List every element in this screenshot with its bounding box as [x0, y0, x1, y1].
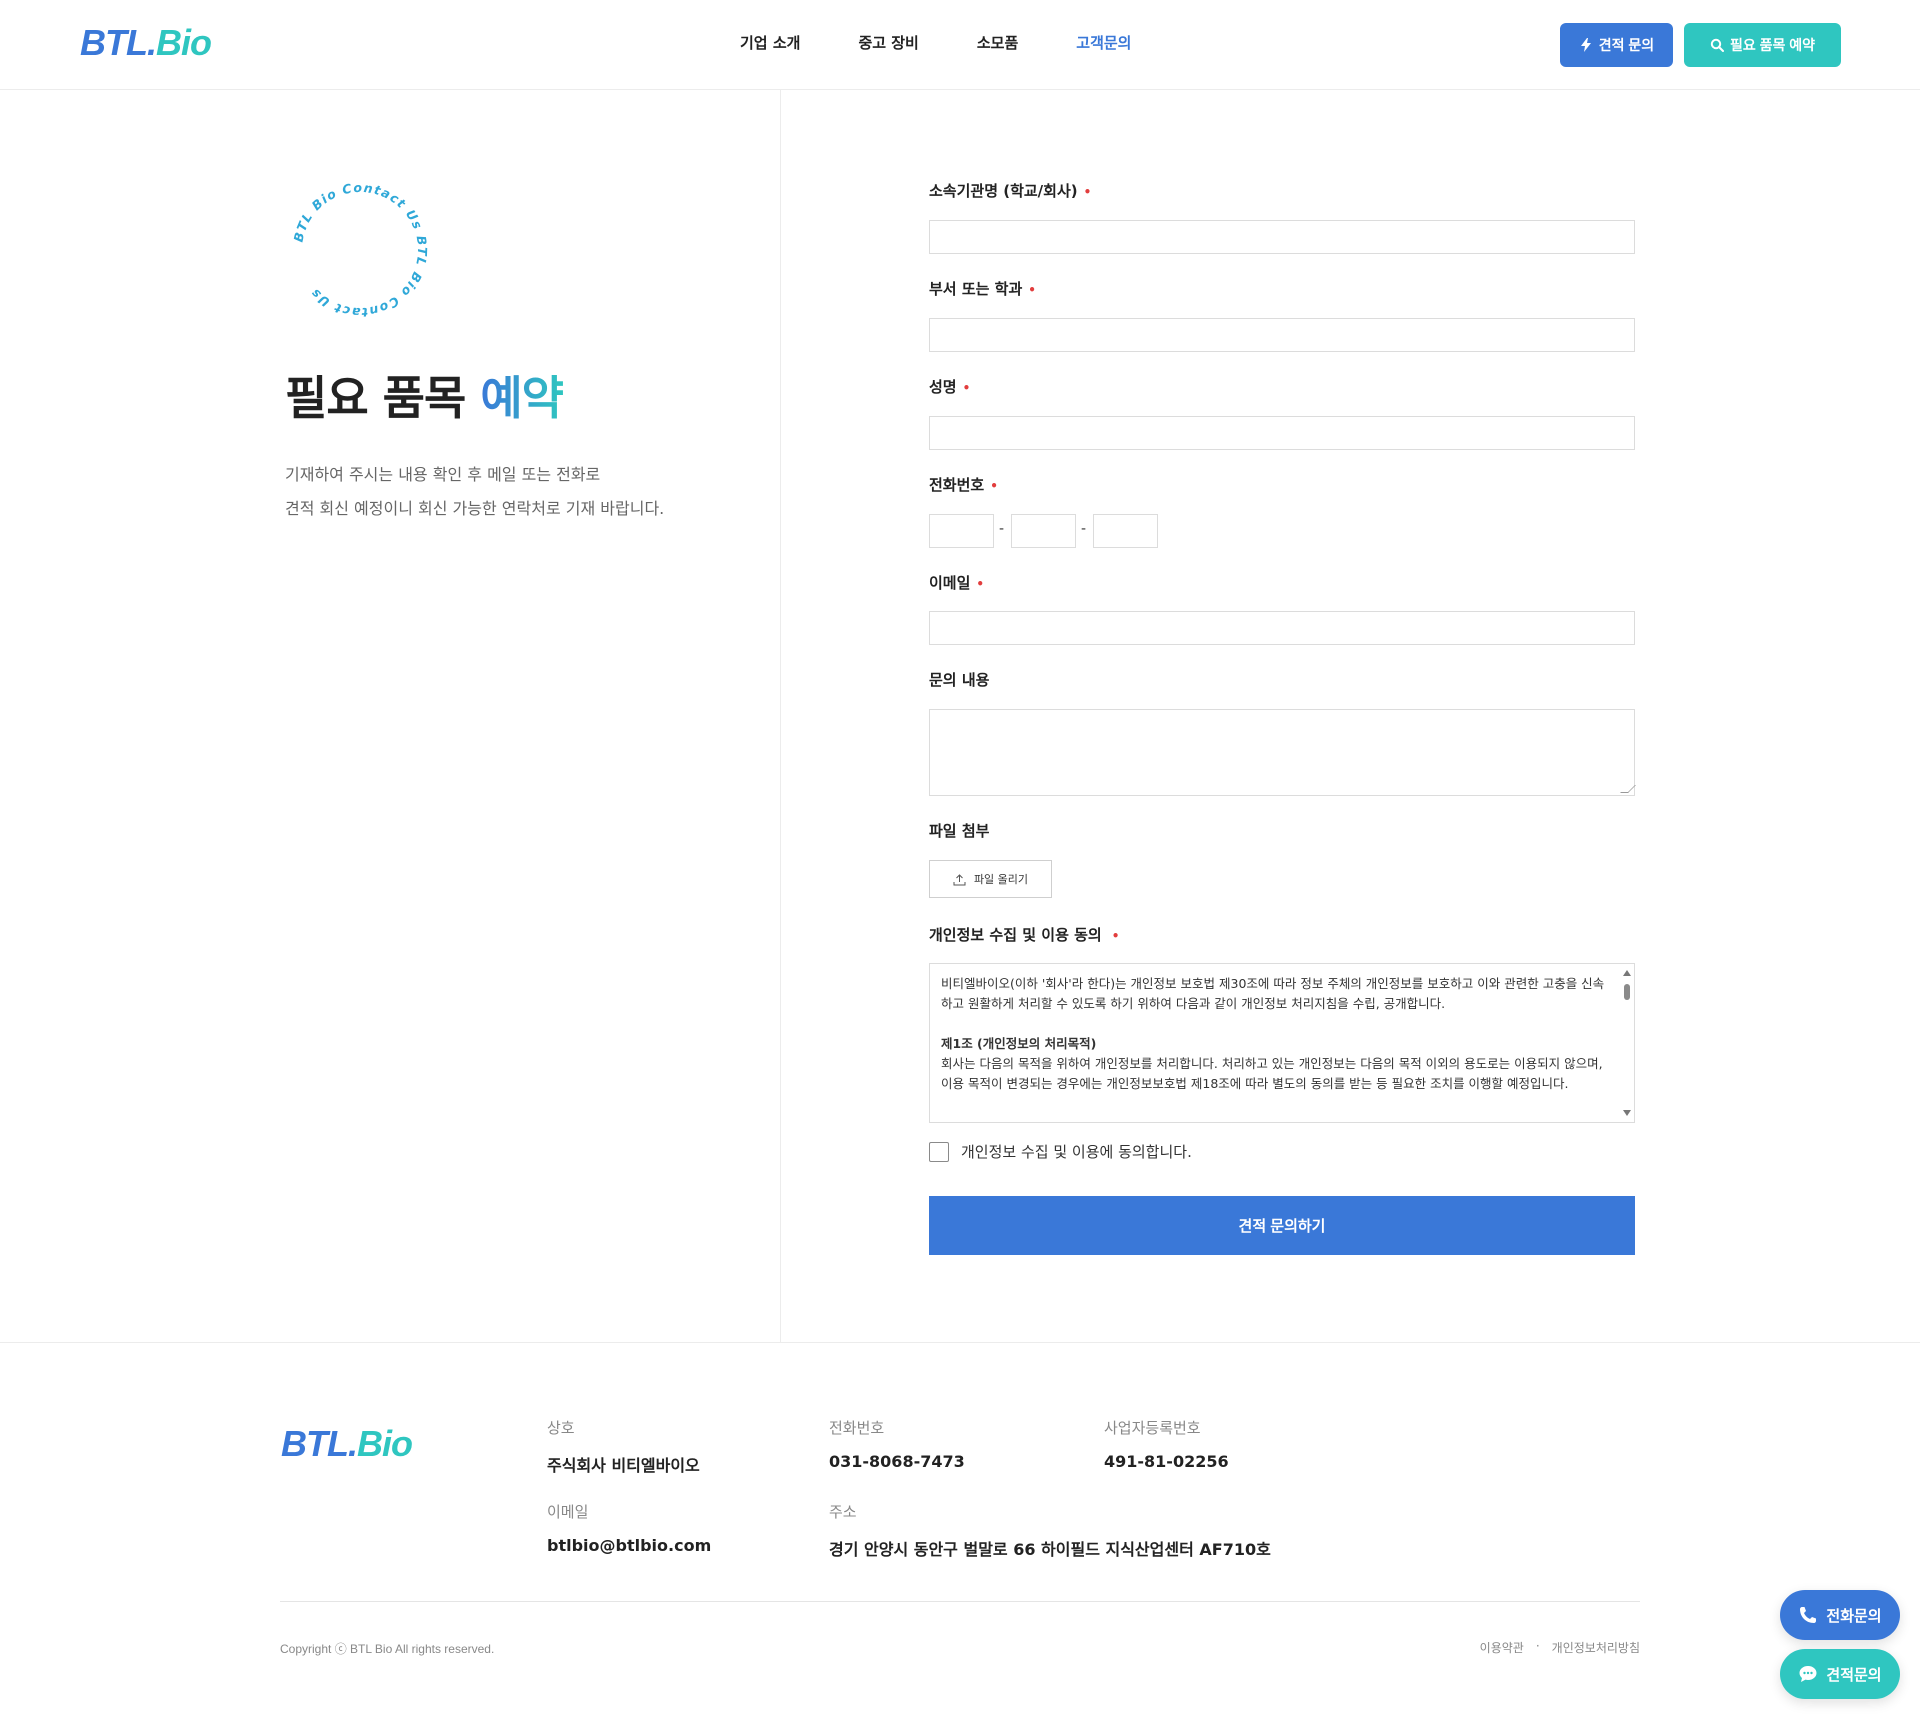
search-icon: [1710, 38, 1724, 52]
footer-phone-value: 031-8068-7473: [829, 1452, 965, 1471]
footer-company-value: 주식회사 비티엘바이오: [547, 1456, 700, 1475]
terms-link[interactable]: 이용약관: [1480, 1639, 1524, 1656]
required-mark: •: [1083, 184, 1092, 199]
privacy-section-title: 제1조 (개인정보의 처리목적): [941, 1036, 1097, 1051]
required-mark: •: [990, 478, 998, 493]
footer-copyright: Copyright ⓒ BTL Bio All rights reserved.: [280, 1642, 495, 1656]
intro-description: 기재하여 주시는 내용 확인 후 메일 또는 전화로 견적 회신 예정이니 회신…: [285, 458, 664, 526]
submit-quote-button[interactable]: 견적 문의하기: [929, 1196, 1635, 1255]
email-label: 이메일 •: [929, 574, 985, 592]
nav-item-about[interactable]: 기업 소개: [740, 32, 800, 53]
logo-part2: Bio: [155, 22, 212, 63]
privacy-paragraph: 비티엘바이오(이하 '회사'라 한다)는 개인정보 보호법 제30조에 따라 정…: [941, 976, 1605, 1011]
floating-chat-button[interactable]: 견적문의: [1780, 1649, 1900, 1699]
privacy-policy-text: 비티엘바이오(이하 '회사'라 한다)는 개인정보 보호법 제30조에 따라 정…: [941, 974, 1611, 1094]
footer-logo: BTL.Bio: [281, 1423, 413, 1465]
lightning-icon: [1580, 38, 1591, 52]
phone-input-1[interactable]: [929, 514, 994, 548]
quote-inquiry-label: 견적 문의: [1598, 37, 1655, 53]
privacy-agree-row[interactable]: 개인정보 수집 및 이용에 동의합니다.: [929, 1141, 1192, 1162]
logo-part1: BTL.: [281, 1423, 358, 1464]
page-title-accent: 예약: [480, 371, 564, 425]
reserve-items-label: 필요 품목 예약: [1729, 37, 1816, 53]
chat-bubble-icon: [1799, 1666, 1817, 1682]
required-mark: •: [976, 576, 985, 591]
required-mark: •: [1111, 928, 1120, 943]
phone-separator: -: [999, 521, 1005, 537]
privacy-label: 개인정보 수집 및 이용 동의 •: [929, 926, 1120, 944]
privacy-agree-label: 개인정보 수집 및 이용에 동의합니다.: [961, 1143, 1192, 1161]
page-title: 필요 품목 예약: [285, 362, 564, 428]
file-label: 파일 첨부: [929, 822, 990, 840]
phone-separator: -: [1081, 521, 1087, 537]
logo-part2: Bio: [356, 1423, 413, 1464]
column-divider: [780, 90, 781, 1342]
floating-phone-button[interactable]: 전화문의: [1780, 1590, 1900, 1640]
footer-address-value: 경기 안양시 동안구 벌말로 66 하이필드 지식산업센터 AF710호: [829, 1540, 1271, 1559]
badge-text: BTL Bio Contact Us BTL Bio Contact Us: [290, 180, 428, 320]
footer-business-key: 사업자등록번호: [1104, 1419, 1201, 1437]
phone-icon: [1800, 1607, 1817, 1623]
inquiry-textarea[interactable]: [929, 709, 1636, 796]
required-mark: •: [1028, 282, 1036, 297]
dept-input[interactable]: [929, 318, 1635, 352]
reserve-items-button[interactable]: 필요 품목 예약: [1684, 23, 1841, 67]
phone-input-2[interactable]: [1011, 514, 1076, 548]
org-label: 소속기관명 (학교/회사) •: [929, 182, 1092, 200]
footer-divider: [280, 1601, 1640, 1602]
svg-text:BTL Bio Contact Us BTL Bio Con: BTL Bio Contact Us BTL Bio Contact Us: [290, 180, 430, 320]
privacy-scrollbar[interactable]: [1620, 964, 1634, 1122]
dept-label: 부서 또는 학과 •: [929, 280, 1036, 298]
footer-email: 이메일 btlbio@btlbio.com: [547, 1501, 711, 1555]
name-label: 성명 •: [929, 378, 971, 396]
intro-line-1: 기재하여 주시는 내용 확인 후 메일 또는 전화로: [285, 465, 601, 484]
privacy-policy-box[interactable]: 비티엘바이오(이하 '회사'라 한다)는 개인정보 보호법 제30조에 따라 정…: [929, 963, 1635, 1123]
contact-us-circular-badge: BTL Bio Contact Us BTL Bio Contact Us: [290, 180, 430, 320]
footer-business-number: 사업자등록번호 491-81-02256: [1104, 1417, 1229, 1471]
main-nav: 기업 소개 중고 장비 소모품 고객문의: [740, 32, 1189, 53]
footer-phone: 전화번호 031-8068-7473: [829, 1417, 965, 1471]
scroll-up-arrow[interactable]: [1623, 970, 1631, 976]
footer-link-separator: ·: [1535, 1639, 1540, 1653]
footer-email-value: btlbio@btlbio.com: [547, 1536, 712, 1555]
footer-email-key: 이메일: [547, 1503, 589, 1521]
upload-icon: [953, 873, 966, 885]
footer-business-value: 491-81-02256: [1104, 1452, 1229, 1471]
footer-address-key: 주소: [829, 1503, 857, 1521]
name-input[interactable]: [929, 416, 1635, 450]
nav-item-consumables[interactable]: 소모품: [977, 32, 1018, 53]
org-input[interactable]: [929, 220, 1635, 254]
file-upload-label: 파일 올리기: [973, 873, 1029, 886]
resize-handle[interactable]: [1620, 785, 1636, 793]
phone-label: 전화번호 •: [929, 476, 998, 494]
footer-company: 상호 주식회사 비티엘바이오: [547, 1417, 700, 1476]
nav-item-used-equipment[interactable]: 중고 장비: [858, 32, 918, 53]
footer-company-key: 상호: [547, 1419, 575, 1437]
scroll-down-arrow[interactable]: [1623, 1110, 1631, 1116]
page-title-main: 필요 품목: [285, 371, 481, 425]
email-input[interactable]: [929, 611, 1635, 645]
file-upload-button[interactable]: 파일 올리기: [929, 860, 1052, 898]
privacy-section-body: 회사는 다음의 목적을 위하여 개인정보를 처리합니다. 처리하고 있는 개인정…: [941, 1056, 1603, 1091]
scroll-thumb[interactable]: [1624, 984, 1630, 1000]
inquiry-label: 문의 내용: [929, 671, 990, 689]
floating-chat-label: 견적문의: [1826, 1666, 1882, 1684]
footer-address: 주소 경기 안양시 동안구 벌말로 66 하이필드 지식산업센터 AF710호: [829, 1501, 1271, 1560]
logo-part1: BTL.: [80, 22, 157, 63]
intro-line-2: 견적 회신 예정이니 회신 가능한 연락처로 기재 바랍니다.: [285, 499, 665, 518]
footer-links: 이용약관 · 개인정보처리방침: [1480, 1639, 1640, 1656]
site-header: BTL.Bio 기업 소개 중고 장비 소모품 고객문의 견적 문의 필요 품목…: [0, 0, 1920, 90]
privacy-policy-link[interactable]: 개인정보처리방침: [1552, 1639, 1640, 1656]
header-logo[interactable]: BTL.Bio: [80, 22, 212, 64]
privacy-agree-checkbox[interactable]: [929, 1141, 949, 1162]
required-mark: •: [962, 380, 971, 395]
phone-input-3[interactable]: [1093, 514, 1158, 548]
quote-inquiry-button[interactable]: 견적 문의: [1560, 23, 1673, 67]
floating-phone-label: 전화문의: [1826, 1607, 1882, 1625]
nav-item-customer-inquiry[interactable]: 고객문의: [1076, 32, 1131, 53]
footer-phone-key: 전화번호: [829, 1419, 885, 1437]
site-footer: BTL.Bio 상호 주식회사 비티엘바이오 전화번호 031-8068-747…: [0, 1342, 1920, 1720]
